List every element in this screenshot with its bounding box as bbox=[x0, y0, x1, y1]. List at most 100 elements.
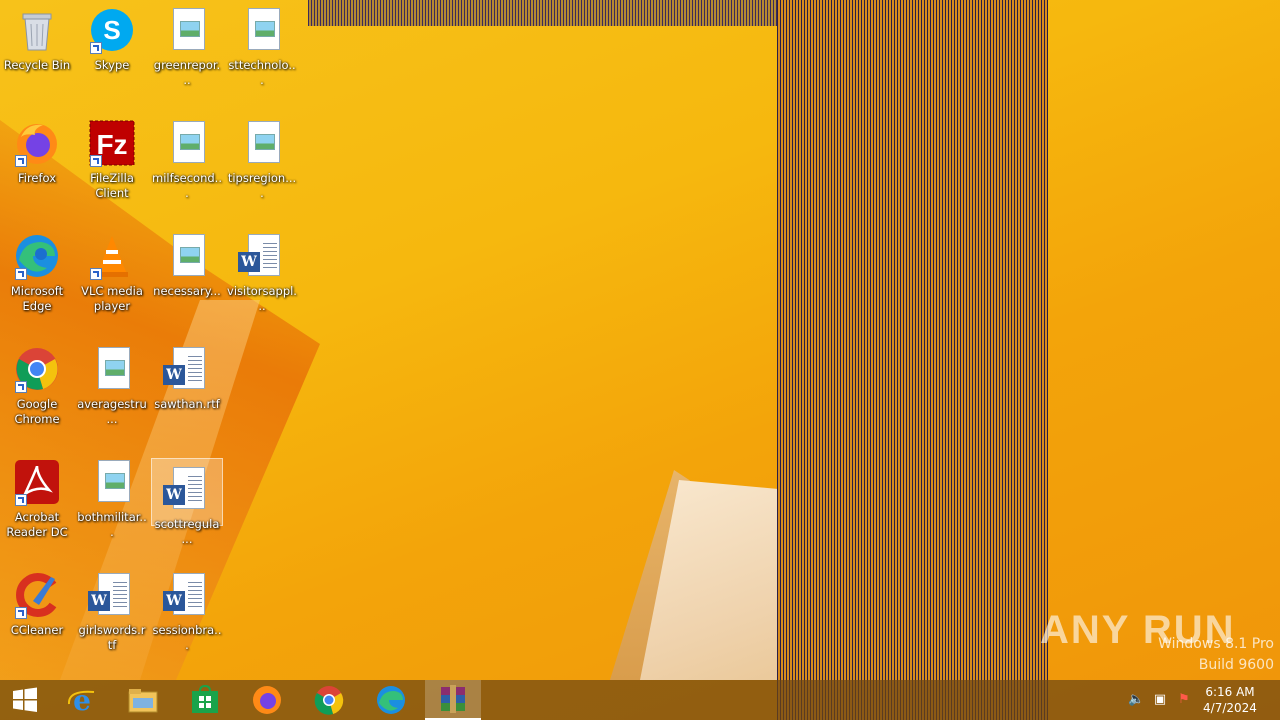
desktop-icon-label: VLC media player bbox=[81, 284, 143, 313]
system-tray: 🔈 ▣ ⚑ 6:16 AM 4/7/2024 bbox=[1120, 680, 1280, 720]
store-icon bbox=[192, 685, 218, 713]
render-artifact bbox=[777, 0, 1048, 720]
shortcut-arrow-icon bbox=[90, 155, 102, 167]
desktop-icon-file[interactable]: W girlswords.rtf bbox=[76, 565, 148, 665]
action-center-flag-icon[interactable]: ⚑ bbox=[1176, 692, 1192, 708]
taskbar-firefox[interactable] bbox=[239, 680, 295, 720]
start-icon bbox=[13, 687, 37, 712]
desktop-icon-microsoft-edge[interactable]: Microsoft Edge bbox=[1, 226, 73, 326]
desktop-icon-recycle-bin[interactable]: Recycle Bin bbox=[1, 0, 73, 100]
desktop-icon-label: Recycle Bin bbox=[3, 58, 71, 72]
desktop-icon-label: Acrobat Reader DC bbox=[6, 510, 68, 539]
desktop-icon-file[interactable]: W sessionbra... bbox=[151, 565, 223, 665]
taskbar-file-explorer[interactable] bbox=[115, 680, 171, 720]
desktop-icon-file[interactable]: W sawthan.rtf bbox=[151, 339, 223, 439]
chrome-icon bbox=[314, 686, 344, 715]
taskbar-store[interactable] bbox=[177, 680, 233, 720]
image-file-icon bbox=[163, 119, 211, 167]
word-document-icon: W bbox=[238, 232, 286, 280]
desktop-icon-label: sttechnolo... bbox=[228, 58, 296, 87]
desktop-icon-label: milfsecond... bbox=[152, 171, 222, 200]
desktop-icon-label: necessary... bbox=[153, 284, 221, 298]
word-document-icon: W bbox=[163, 345, 211, 393]
edge-icon bbox=[13, 232, 61, 280]
render-artifact bbox=[308, 0, 778, 26]
file-explorer-icon bbox=[128, 689, 158, 713]
desktop-icon-label: Firefox bbox=[17, 171, 57, 185]
shortcut-arrow-icon bbox=[15, 155, 27, 167]
taskbar-internet-explorer[interactable]: e bbox=[54, 680, 110, 720]
start-button[interactable] bbox=[0, 680, 50, 720]
desktop-icon-label: tipsregion.... bbox=[227, 171, 297, 200]
desktop-icon-firefox[interactable]: Firefox bbox=[1, 113, 73, 213]
word-document-icon: W bbox=[163, 571, 211, 619]
edge-icon bbox=[377, 686, 405, 714]
taskbar: e 🔈 ▣ ⚑ 6:16 AM 4/7/2024 bbox=[0, 680, 1280, 720]
desktop-icon-file[interactable]: sttechnolo... bbox=[226, 0, 298, 100]
clock-time: 6:16 AM bbox=[1205, 685, 1255, 699]
image-file-icon bbox=[163, 232, 211, 280]
desktop-icon-acrobat-reader[interactable]: Acrobat Reader DC bbox=[1, 452, 73, 552]
image-file-icon bbox=[238, 119, 286, 167]
clock-date: 4/7/2024 bbox=[1203, 701, 1257, 715]
os-watermark: Windows 8.1 Pro Build 9600 bbox=[1158, 634, 1274, 676]
desktop-icon-label: FileZilla Client bbox=[90, 171, 134, 200]
desktop-icon-file[interactable]: tipsregion.... bbox=[226, 113, 298, 213]
filezilla-icon: Fz bbox=[88, 119, 136, 167]
os-edition-text: Windows 8.1 Pro bbox=[1158, 636, 1274, 652]
shortcut-arrow-icon bbox=[90, 268, 102, 280]
word-document-icon: W bbox=[163, 465, 211, 513]
desktop-icon-label: CCleaner bbox=[10, 623, 64, 637]
image-file-icon bbox=[88, 458, 136, 506]
recycle-bin-icon bbox=[13, 6, 61, 54]
shortcut-arrow-icon bbox=[90, 42, 102, 54]
firefox-icon bbox=[253, 686, 281, 714]
svg-text:e: e bbox=[73, 684, 91, 716]
shortcut-arrow-icon bbox=[15, 268, 27, 280]
image-file-icon bbox=[163, 6, 211, 54]
desktop-icon-label: visitorsappl... bbox=[227, 284, 297, 313]
acrobat-icon bbox=[13, 458, 61, 506]
shortcut-arrow-icon bbox=[15, 607, 27, 619]
shortcut-arrow-icon bbox=[15, 381, 27, 393]
desktop-icon-file-selected[interactable]: W scottregula... bbox=[151, 458, 223, 546]
image-file-icon bbox=[88, 345, 136, 393]
desktop-icon-label: sessionbra... bbox=[152, 623, 222, 652]
desktop-icon-label: girlswords.rtf bbox=[78, 623, 146, 652]
desktop-icon-label: greenrepor... bbox=[153, 58, 221, 87]
desktop-icon-file[interactable]: necessary... bbox=[151, 226, 223, 326]
desktop-icon-file[interactable]: W visitorsappl... bbox=[226, 226, 298, 326]
volume-icon[interactable]: 🔈 bbox=[1128, 692, 1144, 708]
desktop-icon-file[interactable]: greenrepor... bbox=[151, 0, 223, 100]
skype-icon: S bbox=[88, 6, 136, 54]
desktop-icon-vlc[interactable]: VLC media player bbox=[76, 226, 148, 326]
network-icon[interactable]: ▣ bbox=[1152, 692, 1168, 708]
winrar-icon bbox=[441, 685, 465, 713]
taskbar-chrome[interactable] bbox=[301, 680, 357, 720]
svg-text:S: S bbox=[103, 15, 120, 45]
desktop-icon-file[interactable]: milfsecond... bbox=[151, 113, 223, 213]
desktop-icon-label: Microsoft Edge bbox=[10, 284, 64, 313]
desktop-icon-skype[interactable]: S Skype bbox=[76, 0, 148, 100]
internet-explorer-icon: e bbox=[67, 684, 95, 716]
taskbar-winrar[interactable] bbox=[425, 680, 481, 720]
desktop-icon-file[interactable]: averagestru... bbox=[76, 339, 148, 439]
ccleaner-icon bbox=[13, 571, 61, 619]
shortcut-arrow-icon bbox=[15, 494, 27, 506]
desktop-icon-file[interactable]: bothmilitar... bbox=[76, 452, 148, 552]
desktop-icon-label: averagestru... bbox=[77, 397, 147, 426]
desktop-icon-google-chrome[interactable]: Google Chrome bbox=[1, 339, 73, 439]
desktop-icon-label: scottregula... bbox=[154, 517, 220, 546]
vlc-icon bbox=[88, 232, 136, 280]
desktop-icon-filezilla[interactable]: Fz FileZilla Client bbox=[76, 113, 148, 213]
clock[interactable]: 6:16 AM 4/7/2024 bbox=[1198, 684, 1262, 716]
word-document-icon: W bbox=[88, 571, 136, 619]
desktop-icon-ccleaner[interactable]: CCleaner bbox=[1, 565, 73, 665]
desktop-icon-label: Skype bbox=[94, 58, 130, 72]
image-file-icon bbox=[238, 6, 286, 54]
taskbar-edge[interactable] bbox=[363, 680, 419, 720]
desktop-icon-label: bothmilitar... bbox=[77, 510, 147, 539]
os-build-text: Build 9600 bbox=[1198, 657, 1274, 673]
firefox-icon bbox=[13, 119, 61, 167]
chrome-icon bbox=[13, 345, 61, 393]
